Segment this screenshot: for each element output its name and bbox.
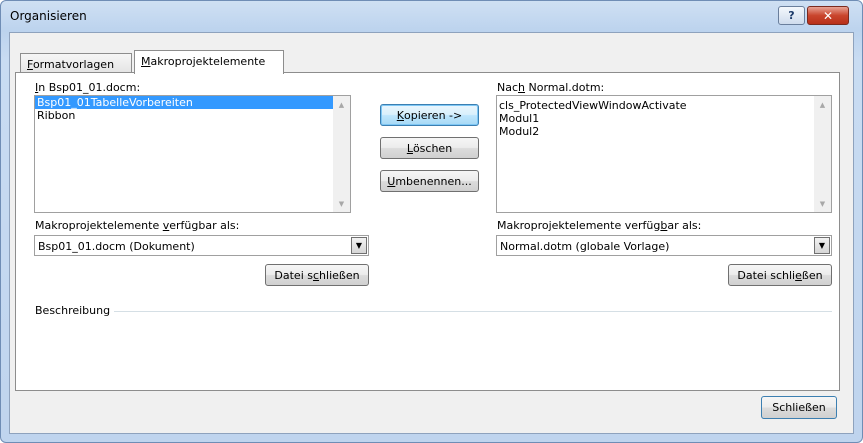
scroll-up-icon[interactable]: ▲: [333, 96, 350, 113]
left-macro-list[interactable]: Bsp01_01TabelleVorbereiten Ribbon ▲ ▼: [34, 95, 351, 213]
help-icon: ?: [788, 9, 795, 22]
chevron-down-icon[interactable]: ▼: [351, 237, 367, 254]
delete-button[interactable]: Löschen: [380, 137, 479, 159]
list-item[interactable]: cls_ProtectedViewWindowActivate: [497, 99, 831, 112]
list-item[interactable]: Modul1: [497, 112, 831, 125]
tab-formatvorlagen[interactable]: Formatvorlagen: [20, 53, 132, 74]
tab-panel: In Bsp01_01.docm: Bsp01_01TabelleVorbere…: [15, 72, 840, 391]
rename-button[interactable]: Umbenennen...: [380, 170, 479, 192]
scroll-up-icon[interactable]: ▲: [814, 96, 831, 113]
description-divider: [114, 311, 832, 312]
right-source-value: Normal.dotm (globale Vorlage): [500, 240, 670, 253]
right-available-label: Makroprojektelemente verfügbar als:: [497, 219, 702, 232]
right-list-label: Nach Normal.dotm:: [497, 81, 605, 94]
left-list-scrollbar[interactable]: ▲ ▼: [333, 96, 350, 212]
dialog-window: Organisieren ? ✕ Formatvorlagen Makropro…: [0, 0, 863, 443]
scroll-down-icon[interactable]: ▼: [333, 195, 350, 212]
description-label: Beschreibung: [35, 304, 111, 317]
left-list-label: In Bsp01_01.docm:: [35, 81, 141, 94]
list-item[interactable]: Ribbon: [35, 109, 350, 122]
tab-makroprojektelemente[interactable]: Makroprojektelemente: [134, 50, 284, 74]
right-macro-list[interactable]: cls_ProtectedViewWindowActivate Modul1 M…: [496, 95, 832, 213]
list-item[interactable]: Modul2: [497, 125, 831, 138]
left-source-value: Bsp01_01.docm (Dokument): [38, 240, 195, 253]
copy-button[interactable]: Kopieren ->: [380, 104, 479, 126]
list-item[interactable]: Bsp01_01TabelleVorbereiten: [35, 96, 333, 109]
chevron-down-icon[interactable]: ▼: [814, 237, 830, 254]
close-icon: ✕: [822, 8, 834, 23]
title-bar[interactable]: Organisieren ? ✕: [1, 1, 862, 33]
left-close-file-button[interactable]: Datei s c hließen: [265, 264, 369, 286]
close-dialog-button[interactable]: Schließen: [761, 396, 837, 419]
help-button[interactable]: ?: [778, 6, 805, 25]
left-source-combobox[interactable]: Bsp01_01.docm (Dokument) ▼: [34, 235, 369, 256]
scroll-down-icon[interactable]: ▼: [814, 195, 831, 212]
right-list-scrollbar[interactable]: ▲ ▼: [814, 96, 831, 212]
left-available-label: Makroprojektelemente verfügbar als:: [35, 219, 240, 232]
dialog-client-area: Formatvorlagen Makroprojektelemente In B…: [9, 32, 854, 434]
window-title: Organisieren: [10, 9, 87, 23]
right-close-file-button[interactable]: Datei schli e ßen: [728, 264, 832, 286]
right-source-combobox[interactable]: Normal.dotm (globale Vorlage) ▼: [496, 235, 832, 256]
window-close-button[interactable]: ✕: [807, 6, 849, 25]
